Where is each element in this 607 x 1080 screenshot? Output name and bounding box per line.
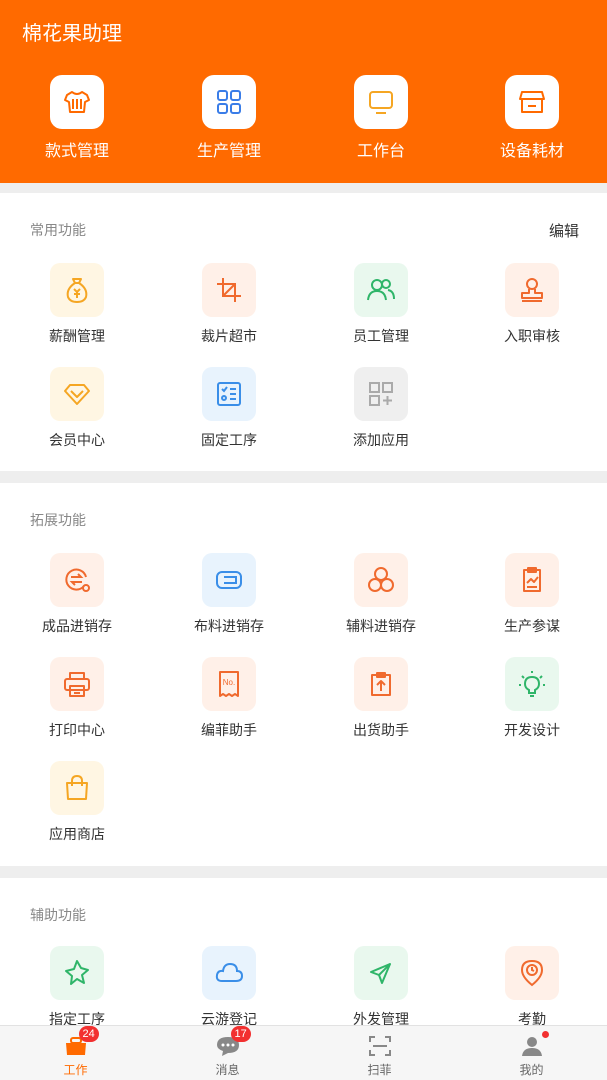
tab-scan-label: 扫菲 [367,1063,392,1077]
grid-icon [202,75,256,129]
employee-management-button[interactable]: 员工管理 [316,263,446,346]
tab-work[interactable]: 24 工作 [0,1026,151,1080]
work-icon: 24 [63,1026,99,1058]
finished-goods-inventory-label: 成品进销存 [42,618,112,634]
finished-goods-inventory-button[interactable]: 成品进销存 [12,553,142,636]
clock-location-icon [505,946,559,1000]
onboarding-review-label: 入职审核 [504,328,560,344]
tab-messages-label: 消息 [215,1063,240,1077]
member-center-label: 会员中心 [49,432,105,448]
style-management-button[interactable]: 款式管理 [17,75,137,161]
bundle-ticket-assistant-label: 编菲助手 [201,722,257,738]
fabric-roll-icon [202,553,256,607]
tab-scan[interactable]: 扫菲 [304,1026,455,1080]
salary-management-label: 薪酬管理 [49,328,105,344]
section-title: 拓展功能 [30,512,86,528]
diamond-icon [50,367,104,421]
accessories-inventory-label: 辅料进销存 [346,618,416,634]
fixed-process-label: 固定工序 [201,432,257,448]
work-badge: 24 [78,1026,99,1042]
cloud-icon [202,946,256,1000]
production-management-label: 生产管理 [196,143,261,160]
checklist-icon [202,367,256,421]
tab-profile[interactable]: 我的 [456,1026,607,1080]
workbench-button[interactable]: 工作台 [321,75,441,161]
assigned-process-button[interactable]: 指定工序 [12,946,142,1029]
add-app-label: 添加应用 [353,432,409,448]
employee-management-label: 员工管理 [353,328,409,344]
development-design-button[interactable]: 开发设计 [467,657,597,740]
production-management-button[interactable]: 生产管理 [169,75,289,161]
member-center-button[interactable]: 会员中心 [12,367,142,450]
production-advisor-label: 生产参谋 [504,618,560,634]
add-app-icon [354,367,408,421]
workbench-label: 工作台 [356,143,405,160]
tab-profile-label: 我的 [519,1063,544,1077]
cut-pieces-market-label: 裁片超市 [201,328,257,344]
money-bag-icon [50,263,104,317]
print-center-button[interactable]: 打印中心 [12,657,142,740]
app-store-button[interactable]: 应用商店 [12,761,142,844]
clipboard-chart-icon [505,553,559,607]
development-design-label: 开发设计 [504,722,560,738]
monitor-icon [354,75,408,129]
ticket-icon: No. [202,657,256,711]
app-title: 棉花果助理 [22,23,122,45]
app-header: 棉花果助理 款式管理 生产管理 工作台 设备耗材 [0,0,607,183]
print-center-label: 打印中心 [49,722,105,738]
add-app-button[interactable]: 添加应用 [316,367,446,450]
bottom-tab-bar: 24 工作 17 消息 扫菲 我的 [0,1025,607,1080]
attendance-button[interactable]: 考勤 [467,946,597,1029]
extended-functions-section: 拓展功能 成品进销存 布料进销存 辅料进销存 生产参谋 打印中心 No. 编菲助… [0,483,607,866]
profile-icon [519,1031,549,1058]
edit-button[interactable]: 编辑 [549,220,579,241]
send-icon [354,946,408,1000]
exchange-icon [50,553,104,607]
bulb-icon [505,657,559,711]
equipment-supplies-label: 设备耗材 [499,143,564,160]
outsourcing-management-button[interactable]: 外发管理 [316,946,446,1029]
onboarding-review-button[interactable]: 入职审核 [467,263,597,346]
fabric-inventory-label: 布料进销存 [194,618,264,634]
shipment-assistant-label: 出货助手 [353,722,409,738]
common-functions-section: 常用功能 编辑 薪酬管理 裁片超市 员工管理 入职审核 会员中心 固定工序 添加… [0,193,607,471]
cut-pieces-market-button[interactable]: 裁片超市 [164,263,294,346]
messages-badge: 17 [230,1026,251,1042]
svg-text:No.: No. [223,678,235,687]
printer-icon [50,657,104,711]
app-store-label: 应用商店 [49,826,105,842]
production-advisor-button[interactable]: 生产参谋 [467,553,597,636]
section-title: 辅助功能 [30,907,86,923]
shopping-bag-icon [50,761,104,815]
tab-messages[interactable]: 17 消息 [152,1026,303,1080]
section-title: 常用功能 [30,222,86,238]
shipment-icon [354,657,408,711]
users-icon [354,263,408,317]
stamp-icon [505,263,559,317]
crop-icon [202,263,256,317]
shirt-icon [50,75,104,129]
style-management-label: 款式管理 [44,143,109,160]
fabric-inventory-button[interactable]: 布料进销存 [164,553,294,636]
shipment-assistant-button[interactable]: 出货助手 [316,657,446,740]
equipment-supplies-button[interactable]: 设备耗材 [472,75,592,161]
auxiliary-functions-section: 辅助功能 指定工序 云游登记 外发管理 考勤 [0,878,607,1027]
pin-icon [50,946,104,1000]
profile-notification-dot [541,1031,549,1038]
tab-work-label: 工作 [63,1063,88,1077]
accessories-inventory-button[interactable]: 辅料进销存 [316,553,446,636]
fixed-process-button[interactable]: 固定工序 [164,367,294,450]
cloud-registration-button[interactable]: 云游登记 [164,946,294,1029]
salary-management-button[interactable]: 薪酬管理 [12,263,142,346]
store-icon [505,75,559,129]
scan-icon [367,1034,393,1058]
bundle-ticket-assistant-button[interactable]: No. 编菲助手 [164,657,294,740]
message-icon: 17 [215,1026,251,1058]
buttons-icon [354,553,408,607]
